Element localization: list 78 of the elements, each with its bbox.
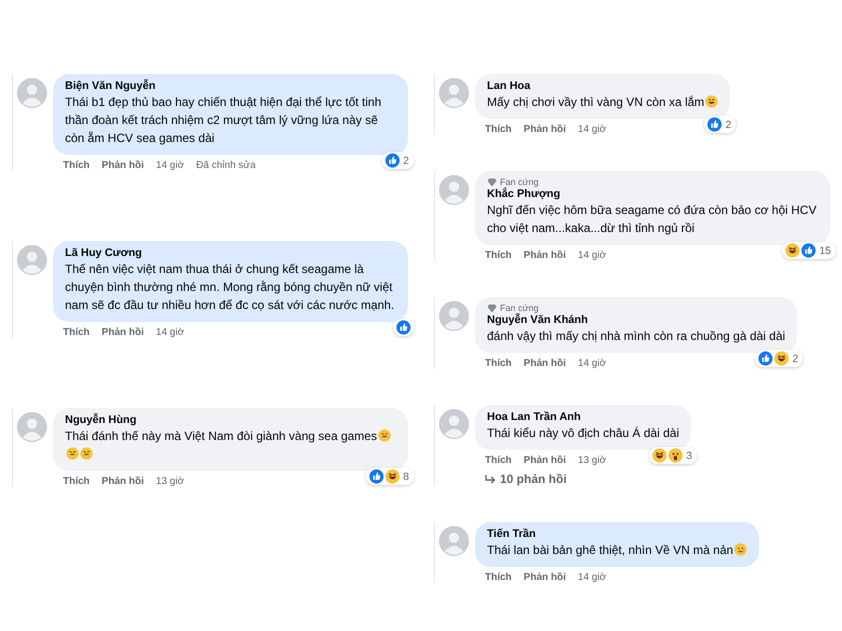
diamond-icon — [487, 304, 497, 312]
fan-label: Fan cứng — [500, 177, 539, 187]
action-link[interactable]: Phản hồi — [524, 455, 566, 466]
edited-label: Đã chỉnh sửa — [196, 160, 256, 171]
reaction-summary[interactable]: 15 — [782, 242, 836, 259]
action-link[interactable]: Thích — [485, 250, 512, 261]
reaction-summary[interactable]: 2 — [704, 116, 736, 133]
emoji-icon — [378, 429, 391, 442]
commenter-name[interactable]: Nguyễn Văn Khánh — [487, 314, 786, 326]
avatar-icon — [439, 409, 469, 439]
commenter-name[interactable]: Biện Văn Nguyễn — [65, 80, 396, 92]
avatar-icon — [17, 412, 47, 442]
action-link[interactable]: Thích — [485, 455, 512, 466]
avatar-icon — [17, 245, 47, 275]
comment-time: 14 giờ — [578, 358, 606, 369]
comment-text: Thái lan bài bản ghê thiệt, nhìn Về VN mà nản — [487, 541, 748, 559]
comment-time: 14 giờ — [578, 124, 606, 135]
action-link[interactable]: Phản hồi — [524, 572, 566, 583]
comment-time: 14 giờ — [156, 327, 184, 338]
surprised-icon — [668, 448, 684, 463]
emoji-icon — [80, 447, 93, 460]
commenter-name[interactable]: Tiến Trần — [487, 528, 748, 540]
laughing-icon — [652, 448, 668, 463]
action-link[interactable]: Phản hồi — [102, 327, 144, 338]
reaction-count: 2 — [792, 352, 798, 364]
avatar-icon — [439, 301, 469, 331]
comment-time: 14 giờ — [578, 572, 606, 583]
action-link[interactable]: Phản hồi — [102, 160, 144, 171]
comment-time: 13 giờ — [156, 476, 184, 487]
action-link[interactable]: Thích — [485, 572, 512, 583]
comment-time: 13 giờ — [578, 455, 606, 466]
avatar-icon — [439, 175, 469, 205]
fan-label: Fan cứng — [500, 303, 539, 313]
reaction-summary[interactable]: 3 — [649, 447, 698, 464]
reaction-count: 15 — [819, 244, 831, 256]
laughing-icon — [774, 351, 790, 366]
reaction-count: 2 — [403, 154, 409, 166]
action-link[interactable]: Phản hồi — [524, 250, 566, 261]
comment-text: Nghĩ đến việc hôm bữa seagame có đứa còn bảo cơ hội HCV cho việt nam...kaka...dừ thì tỉnh ngủ rồi — [487, 202, 818, 237]
action-link[interactable]: Phản hồi — [524, 124, 566, 135]
reaction-summary[interactable]: 2 — [755, 350, 804, 367]
diamond-icon — [487, 178, 497, 186]
comment-time: 14 giờ — [578, 250, 606, 261]
reaction-count: 8 — [403, 470, 409, 482]
emoji-icon — [705, 95, 718, 108]
action-link[interactable]: Thích — [485, 124, 512, 135]
reaction-summary[interactable]: 8 — [366, 468, 414, 485]
comment-text: Thái kiểu này vô địch châu Á dài dài — [487, 425, 680, 442]
replies-link[interactable]: 10 phản hồi — [475, 466, 692, 486]
action-link[interactable]: Thích — [63, 476, 90, 487]
comment-text: Mấy chị chơi vầy thì vàng VN còn xa lắm — [487, 93, 718, 111]
emoji-icon — [734, 543, 748, 556]
reaction-count: 3 — [686, 450, 692, 462]
commenter-name[interactable]: Lã Huy Cương — [65, 247, 396, 259]
action-link[interactable]: Thích — [63, 160, 90, 171]
avatar-icon — [439, 526, 469, 556]
avatar-icon — [439, 78, 469, 108]
commenter-name[interactable]: Hoa Lan Trần Anh — [487, 411, 680, 423]
reaction-summary[interactable]: 2 — [382, 152, 414, 169]
comment-text: Thái b1 đẹp thủ bao hay chiến thuật hiện đại thể lực tốt tinh thần đoàn kết trách nhiệm c2 mượt tâm lý vững lứa này sẽ còn ẵm HCV sea games dài — [65, 94, 382, 147]
commenter-name[interactable]: Lan Hoa — [487, 80, 718, 92]
comment-time: 14 giờ — [156, 160, 184, 171]
emoji-icon — [66, 447, 79, 460]
comment-text: đánh vậy thì mấy chị nhà mình còn ra chuồng gà dài dài — [487, 328, 786, 345]
reply-arrow-icon — [485, 474, 496, 484]
commenter-name[interactable]: Nguyễn Hùng — [65, 414, 396, 426]
laughing-icon — [385, 469, 400, 484]
reaction-count: 2 — [725, 118, 732, 130]
commenter-name[interactable]: Khắc Phượng — [487, 188, 818, 200]
action-link[interactable]: Phản hồi — [102, 476, 144, 487]
comment-text: Thế nên việc việt nam thua thái ở chung kết seagame là chuyện bình thường nhé mn. Mong rằng bóng chuyền nữ việt nam sẽ đc đầu tư nhiều hơn để đc cọ sát với các nước mạnh. — [65, 261, 396, 314]
laughing-icon — [785, 243, 800, 258]
avatar-icon — [17, 78, 47, 108]
comment-text: Thái đánh thế này mà Việt Nam đòi giành vàng sea games — [65, 427, 396, 463]
reaction-summary[interactable] — [393, 319, 414, 336]
action-link[interactable]: Phản hồi — [524, 358, 566, 369]
action-link[interactable]: Thích — [63, 327, 90, 338]
action-link[interactable]: Thích — [485, 358, 512, 369]
